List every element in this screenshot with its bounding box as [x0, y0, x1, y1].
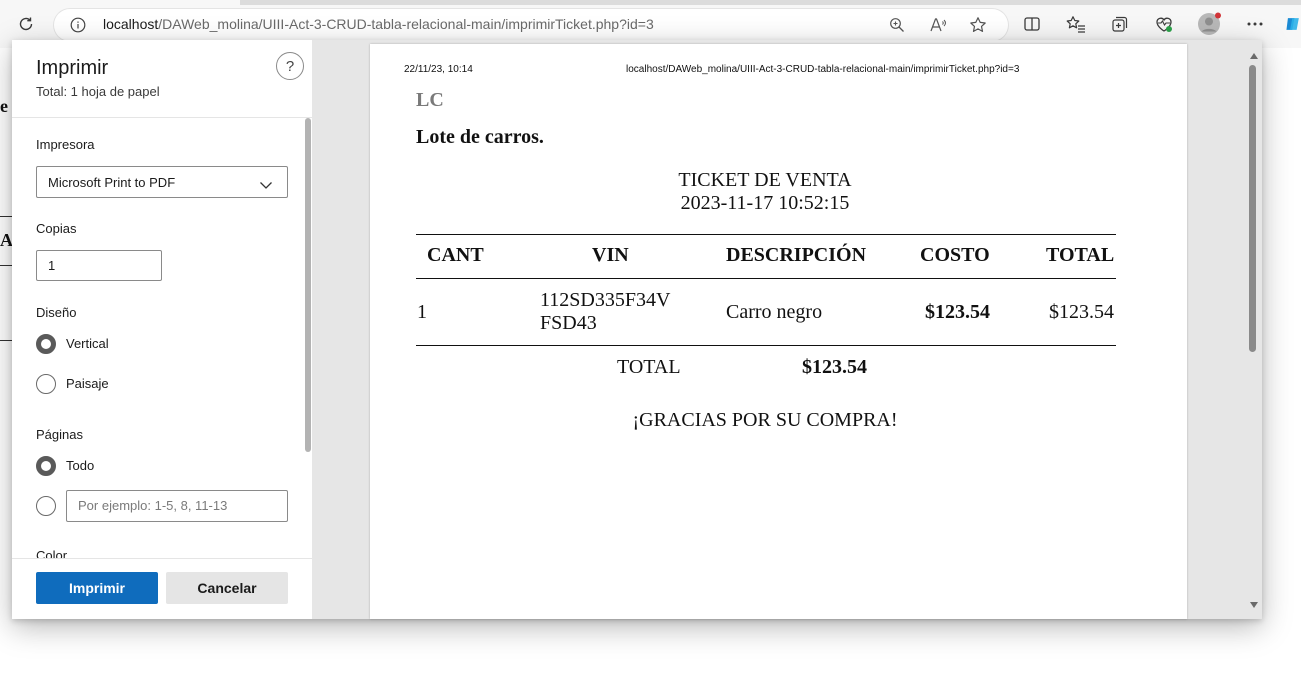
pages-label: Páginas: [36, 427, 83, 442]
print-dialog: Imprimir Total: 1 hoja de papel ? Impres…: [12, 40, 1262, 619]
url-path: /DAWeb_molina/UIII-Act-3-CRUD-tabla-rela…: [158, 16, 654, 32]
thank-you-message: ¡GRACIAS POR SU COMPRA!: [632, 409, 898, 431]
pages-all-label: Todo: [66, 458, 95, 473]
help-button[interactable]: ?: [276, 52, 304, 80]
collections-icon[interactable]: [1108, 12, 1132, 36]
cancel-button[interactable]: Cancelar: [166, 572, 288, 604]
dialog-footer: Imprimir Cancelar: [12, 558, 312, 619]
print-settings-panel: Imprimir Total: 1 hoja de papel ? Impres…: [12, 40, 312, 619]
address-bar[interactable]: localhost/DAWeb_molina/UIII-Act-3-CRUD-t…: [54, 9, 1008, 41]
help-icon: ?: [285, 57, 295, 75]
chevron-down-icon: [259, 177, 273, 189]
printer-value: Microsoft Print to PDF: [48, 175, 176, 190]
row-cant: 1: [417, 301, 427, 323]
row-costo: $123.54: [925, 301, 990, 323]
background-page-fragment: e: [0, 96, 8, 116]
sheet-count: Total: 1 hoja de papel: [36, 84, 160, 99]
layout-vertical-label: Vertical: [66, 336, 109, 351]
column-header-vin: VIN: [592, 244, 629, 266]
row-total: $123.54: [1049, 301, 1114, 323]
row-vin-line1: 112SD335F34V: [540, 289, 671, 311]
printer-label: Impresora: [36, 137, 95, 152]
favorite-star-icon[interactable]: [968, 15, 988, 35]
background-page-line: [0, 265, 12, 266]
layout-landscape-label: Paisaje: [66, 376, 109, 391]
page-header-url: localhost/DAWeb_molina/UIII-Act-3-CRUD-t…: [626, 64, 1020, 75]
layout-vertical-radio[interactable]: [36, 334, 56, 354]
more-options-icon[interactable]: [1243, 12, 1267, 36]
copilot-icon[interactable]: [1285, 12, 1301, 36]
ticket-title: TICKET DE VENTA: [678, 169, 852, 191]
row-vin-line2: FSD43: [540, 312, 597, 334]
ticket-datetime: 2023-11-17 10:52:15: [680, 192, 850, 214]
profile-avatar-icon[interactable]: [1197, 12, 1221, 36]
column-header-descripcion: DESCRIPCIÓN: [726, 244, 867, 266]
scroll-down-arrow-icon[interactable]: [1250, 602, 1258, 608]
print-button[interactable]: Imprimir: [36, 572, 158, 604]
refresh-icon[interactable]: [14, 12, 38, 36]
layout-label: Diseño: [36, 305, 77, 320]
table-bottom-rule: [416, 345, 1116, 346]
print-preview-page: 22/11/23, 10:14 localhost/DAWeb_molina/U…: [370, 44, 1187, 619]
color-label: Color: [36, 548, 68, 558]
grand-total-value: $123.54: [802, 356, 867, 378]
printer-select[interactable]: Microsoft Print to PDF: [36, 166, 288, 198]
row-descripcion: Carro negro: [726, 301, 823, 323]
tab-strip: [240, 0, 1301, 5]
company-logo: LC: [416, 89, 444, 111]
copies-input[interactable]: 1: [36, 250, 162, 281]
pages-custom-radio[interactable]: [36, 496, 56, 516]
favorites-icon[interactable]: [1064, 12, 1088, 36]
column-header-total: TOTAL: [1046, 244, 1115, 266]
grand-total-label: TOTAL: [617, 356, 681, 378]
pages-all-radio[interactable]: [36, 456, 56, 476]
table-header-rule: [416, 278, 1116, 279]
settings-scrollbar[interactable]: [305, 118, 311, 452]
panel-divider: [12, 117, 312, 118]
read-aloud-icon[interactable]: [928, 15, 948, 35]
url-text[interactable]: localhost/DAWeb_molina/UIII-Act-3-CRUD-t…: [103, 16, 654, 32]
table-top-rule: [416, 234, 1116, 235]
dialog-title: Imprimir: [36, 57, 109, 79]
browser-essentials-icon[interactable]: [1152, 12, 1176, 36]
site-info-icon[interactable]: [70, 17, 86, 33]
split-screen-icon[interactable]: [1020, 12, 1044, 36]
pages-range-input[interactable]: Por ejemplo: 1-5, 8, 11-13: [66, 490, 288, 522]
scroll-up-arrow-icon[interactable]: [1250, 53, 1258, 59]
column-header-cant: CANT: [427, 244, 484, 266]
column-header-costo: COSTO: [920, 244, 990, 266]
layout-landscape-radio[interactable]: [36, 374, 56, 394]
background-page-line: [0, 216, 12, 217]
background-page-line: [0, 340, 12, 341]
url-host: localhost: [103, 16, 159, 32]
preview-scroll-thumb[interactable]: [1249, 65, 1256, 352]
copies-label: Copias: [36, 221, 77, 236]
page-header-date: 22/11/23, 10:14: [404, 64, 473, 75]
zoom-icon[interactable]: [887, 15, 907, 35]
company-name: Lote de carros.: [416, 126, 544, 148]
